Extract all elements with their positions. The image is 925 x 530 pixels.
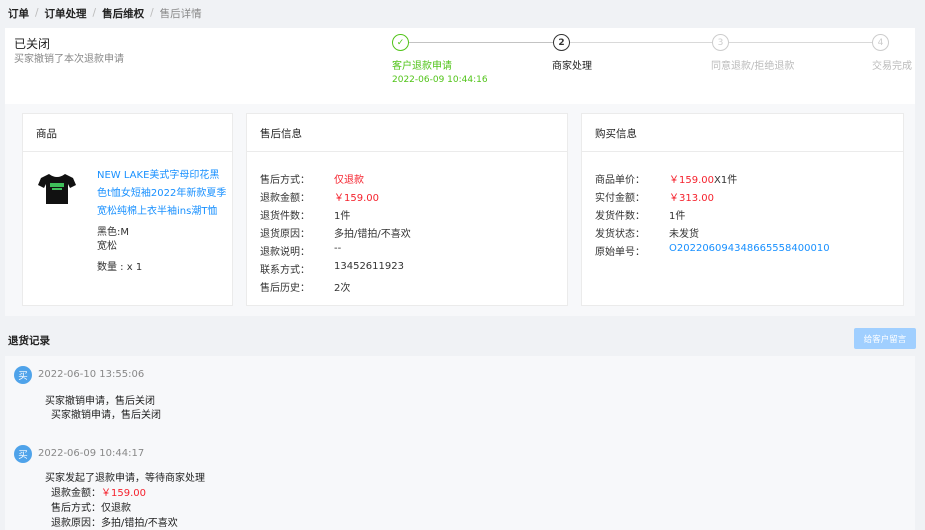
aftersale-row-count: 退货件数： 1件 [260,207,350,222]
step-1-label: 客户退款申请 [392,61,452,72]
row-value: ￥313.00 [669,193,714,204]
step-2-number: 2 [553,34,570,51]
row-key: 退款金额： [260,193,310,204]
buyer-badge-icon: 买 [14,445,32,463]
breadcrumb-separator: / [150,7,154,19]
product-tshirt-image[interactable] [37,170,77,206]
step-3-number: 3 [712,34,729,51]
aftersale-row-contact: 联系方式： 13452611923 [260,261,404,276]
record-line: 退款原因：多拍/错拍/不喜欢 [51,518,178,529]
status-card: 已关闭 买家撤销了本次退款申请 ✓ 客户退款申请 2022-06-09 10:4… [5,28,915,104]
purchase-row-ship-count: 发货件数： 1件 [595,207,685,222]
row-value: 未发货 [669,229,699,240]
breadcrumb-orders[interactable]: 订单 [8,6,29,21]
row-value: ￥159.00 [334,193,379,204]
row-key: 实付金额： [595,193,645,204]
record-amount-label: 退款金额： [51,488,101,499]
record-line: 买家发起了退款申请，等待商家处理 [45,473,205,484]
step-connector [729,42,872,43]
record-line: 售后方式：仅退款 [51,503,131,514]
original-order-link[interactable]: O202206094348665558400010 [669,243,830,258]
row-key: 退货件数： [260,211,310,222]
purchase-row-ship-status: 发货状态： 未发货 [595,225,699,240]
row-value: 2次 [334,283,351,294]
records-list: 买 2022-06-10 13:55:06 买家撤销申请，售后关闭 买家撤销申请… [5,356,915,530]
step-1-check-icon: ✓ [392,34,409,51]
row-value: 13452611923 [334,261,404,272]
product-color: 黑色:M [97,227,129,238]
aftersale-panel-heading: 售后信息 [247,114,567,152]
step-4-number: 4 [872,34,889,51]
row-key: 售后历史： [260,283,310,294]
row-key: 售后方式： [260,175,310,186]
row-value: 1件 [669,211,686,222]
purchase-row-unit-price: 商品单价： ￥159.00 X1件 [595,171,737,186]
record-time: 2022-06-09 10:44:17 [38,448,145,459]
breadcrumb-separator: / [92,7,97,19]
record-line: 买家撤销申请，售后关闭 [45,396,155,407]
product-title-line: 色t恤女短袖2022年新款夏季 [97,188,227,199]
aftersale-row-note: 退款说明： -- [260,243,341,258]
breadcrumb-order-processing[interactable]: 订单处理 [45,6,87,21]
step-connector [409,42,553,43]
record-line: 退款金额：￥159.00 [51,484,146,499]
message-customer-button[interactable]: 给客户留言 [854,328,916,349]
row-value: 多拍/错拍/不喜欢 [334,229,411,240]
record-line: 买家撤销申请，售后关闭 [51,410,161,421]
row-key: 联系方式： [260,265,310,276]
product-panel-heading: 商品 [23,114,232,152]
row-value: -- [334,243,342,254]
row-key: 商品单价： [595,175,645,186]
records-title: 退货记录 [8,335,50,347]
product-title-line: 宽松纯棉上衣半袖ins潮T恤 [97,206,218,217]
row-key: 原始单号： [595,247,645,258]
step-connector [570,42,712,43]
row-value: 仅退款 [334,175,364,186]
progress-steps: ✓ 客户退款申请 2022-06-09 10:44:16 2 商家处理 3 同意… [385,34,915,94]
aftersale-row-history: 售后历史： 2次 [260,279,350,294]
purchase-row-paid: 实付金额： ￥313.00 [595,189,714,204]
purchase-row-order-no: 原始单号： O202206094348665558400010 [595,243,830,258]
breadcrumb-current: 售后详情 [159,7,202,20]
row-key: 退款说明： [260,247,310,258]
aftersale-row-method: 售后方式： 仅退款 [260,171,364,186]
record-time: 2022-06-10 13:55:06 [38,369,145,380]
purchase-panel: 购买信息 商品单价： ￥159.00 X1件 实付金额： ￥313.00 发货件数： 1… [581,113,904,306]
status-subtitle: 买家撤销了本次退款申请 [14,54,124,65]
buyer-badge-icon: 买 [14,366,32,384]
product-quantity: 数量 : x 1 [97,262,143,273]
row-key: 退货原因： [260,229,310,240]
aftersale-panel: 售后信息 售后方式： 仅退款 退款金额： ￥159.00 退货件数： 1件 退货原因：… [246,113,568,306]
step-4-label: 交易完成 [872,61,912,72]
step-3-label: 同意退款/拒绝退款 [711,61,795,72]
row-key: 发货件数： [595,211,645,222]
info-panels: 商品 NEW LAKE美式字母印花黑 色t恤女短袖2022年新款夏季 宽松纯棉上… [5,104,915,316]
breadcrumb-aftersale[interactable]: 售后维权 [102,6,144,21]
row-key: 发货状态： [595,229,645,240]
product-fit: 宽松 [97,241,117,252]
product-title-link[interactable]: NEW LAKE美式字母印花黑 色t恤女短袖2022年新款夏季 宽松纯棉上衣半袖… [97,167,227,221]
row-value: 1件 [334,211,351,222]
step-2-label: 商家处理 [552,61,592,72]
product-panel: 商品 NEW LAKE美式字母印花黑 色t恤女短袖2022年新款夏季 宽松纯棉上… [22,113,233,306]
aftersale-row-reason: 退货原因： 多拍/错拍/不喜欢 [260,225,411,240]
purchase-panel-heading: 购买信息 [582,114,903,152]
record-amount-value: ￥159.00 [101,488,146,499]
step-1-time: 2022-06-09 10:44:16 [392,75,488,85]
row-value: ￥159.00 [669,175,714,186]
breadcrumb: 订单 / 订单处理 / 售后维权 / 售后详情 [8,5,202,21]
breadcrumb-separator: / [35,7,39,19]
row-value-suffix: X1件 [714,175,738,186]
product-title-line: NEW LAKE美式字母印花黑 [97,170,220,181]
aftersale-row-amount: 退款金额： ￥159.00 [260,189,379,204]
